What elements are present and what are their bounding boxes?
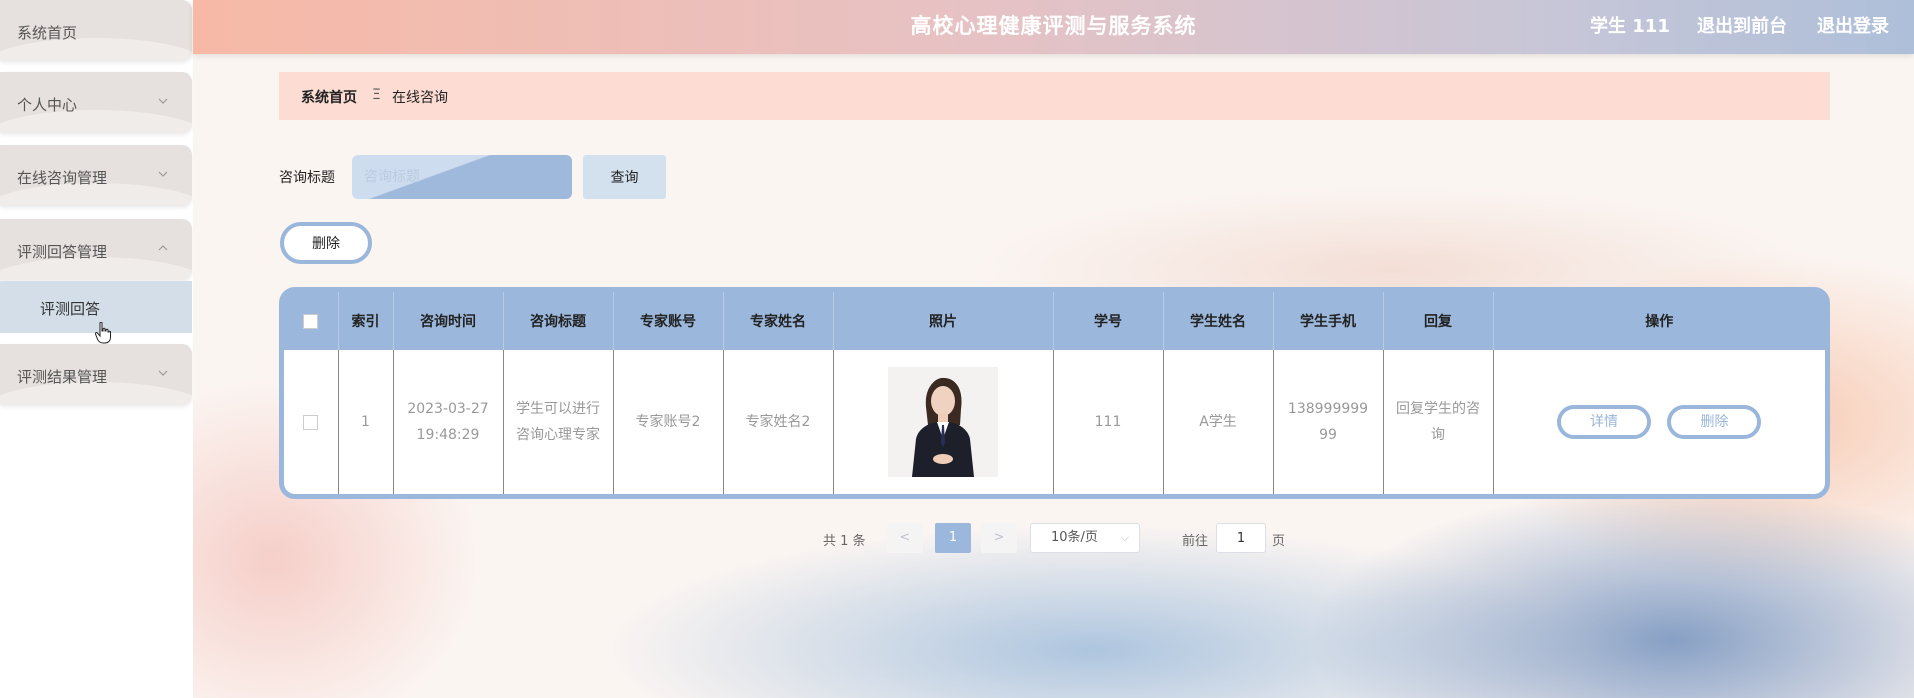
column-header: 学生手机 [1273, 292, 1384, 350]
cell-photo [833, 350, 1054, 494]
table-row: 1 2023-03-27 19:48:29 学生可以进行咨询心理专家 专家账号2… [284, 350, 1825, 494]
row-checkbox[interactable] [303, 414, 319, 430]
sidebar-subitem-label: 评测回答 [40, 300, 101, 318]
goto-suffix: 页 [1272, 534, 1286, 549]
person-photo-icon [888, 367, 998, 477]
cell-student-id: 111 [1053, 350, 1164, 494]
cell-student-phone: 138999999 99 [1273, 350, 1384, 494]
cell-student-name: A学生 [1163, 350, 1274, 494]
table-header-row: 索引 咨询时间 咨询标题 专家账号 专家姓名 照片 学号 学生姓名 学生手机 回… [284, 292, 1825, 350]
breadcrumb-current: 在线咨询 [392, 90, 448, 106]
breadcrumb: 系统首页 Ξ 在线咨询 [279, 72, 1830, 120]
chevron-down-icon [158, 171, 168, 177]
current-user: 学生 111 [1590, 16, 1670, 37]
cell-time-clock: 19:48:29 [416, 427, 480, 443]
top-header: 高校心理健康评测与服务系统 学生 111 退出到前台 退出登录 [193, 0, 1914, 54]
pagination-page-1[interactable]: 1 [935, 523, 971, 553]
sidebar-item-personal-center[interactable]: 个人中心 [0, 72, 192, 133]
chevron-down-icon: ⌵ [1120, 531, 1129, 544]
select-all-cell[interactable] [284, 292, 339, 350]
search-button[interactable]: 查询 [583, 155, 666, 199]
exit-to-frontend-link[interactable]: 退出到前台 [1697, 12, 1787, 38]
cell-time-date: 2023-03-27 [407, 401, 489, 417]
cell-time: 2023-03-27 19:48:29 [393, 350, 504, 494]
chevron-down-icon [158, 98, 168, 104]
cell-phone-part1: 138999999 [1287, 401, 1369, 417]
column-header: 专家姓名 [723, 292, 834, 350]
sidebar-item-label: 个人中心 [17, 96, 78, 114]
sidebar-item-result-management[interactable]: 评测结果管理 [0, 344, 192, 405]
cell-expert-account: 专家账号2 [613, 350, 724, 494]
cell-index: 1 [338, 350, 394, 494]
pagination-next-button[interactable]: > [981, 523, 1017, 553]
cell-operations: 详情 删除 [1493, 350, 1825, 494]
sidebar-item-answer-management[interactable]: 评测回答管理 [0, 219, 192, 280]
sidebar-item-label: 评测回答管理 [17, 243, 108, 261]
column-header: 索引 [338, 292, 394, 350]
chevron-down-icon [158, 370, 168, 376]
page-size-value: 10条/页 [1051, 530, 1098, 545]
select-all-checkbox[interactable] [303, 313, 319, 329]
chevron-up-icon [158, 245, 168, 251]
cell-reply: 回复学生的咨询 [1383, 350, 1494, 494]
column-header: 咨询标题 [503, 292, 614, 350]
sidebar: 系统首页 个人中心 在线咨询管理 评测回答管理 评测回答 评测结果管理 [0, 0, 193, 698]
hand-cursor-icon [95, 322, 111, 344]
row-select-cell[interactable] [284, 350, 339, 494]
pagination-prev-button[interactable]: < [887, 523, 923, 553]
cell-expert-name: 专家姓名2 [723, 350, 834, 494]
goto-label: 前往 [1182, 534, 1209, 549]
breadcrumb-home[interactable]: 系统首页 [301, 87, 357, 107]
column-header: 回复 [1383, 292, 1494, 350]
breadcrumb-separator-icon: Ξ [372, 87, 381, 103]
pagination-total: 共 1 条 [823, 534, 866, 549]
cell-phone-part2: 99 [1319, 427, 1337, 443]
goto-page-input[interactable] [1216, 523, 1266, 553]
column-header: 咨询时间 [393, 292, 504, 350]
sidebar-item-home[interactable]: 系统首页 [0, 0, 192, 61]
search-label: 咨询标题 [279, 170, 335, 186]
column-header: 专家账号 [613, 292, 724, 350]
sidebar-item-label: 系统首页 [17, 24, 78, 42]
logout-link[interactable]: 退出登录 [1817, 12, 1889, 38]
column-header: 操作 [1493, 292, 1825, 350]
sidebar-item-label: 评测结果管理 [17, 368, 108, 386]
column-header: 学生姓名 [1163, 292, 1274, 350]
column-header: 照片 [833, 292, 1054, 350]
data-table: 索引 咨询时间 咨询标题 专家账号 专家姓名 照片 学号 学生姓名 学生手机 回… [279, 287, 1830, 499]
batch-delete-button[interactable]: 删除 [280, 222, 372, 264]
search-input[interactable] [352, 155, 572, 199]
column-header: 学号 [1053, 292, 1164, 350]
expert-photo [888, 367, 998, 477]
detail-button[interactable]: 详情 [1557, 405, 1652, 439]
row-delete-button[interactable]: 删除 [1667, 405, 1762, 439]
cell-title: 学生可以进行咨询心理专家 [503, 350, 614, 494]
sidebar-item-label: 在线咨询管理 [17, 169, 108, 187]
page-size-select[interactable]: 10条/页 ⌵ [1030, 523, 1140, 553]
sidebar-item-consult-management[interactable]: 在线咨询管理 [0, 145, 192, 206]
